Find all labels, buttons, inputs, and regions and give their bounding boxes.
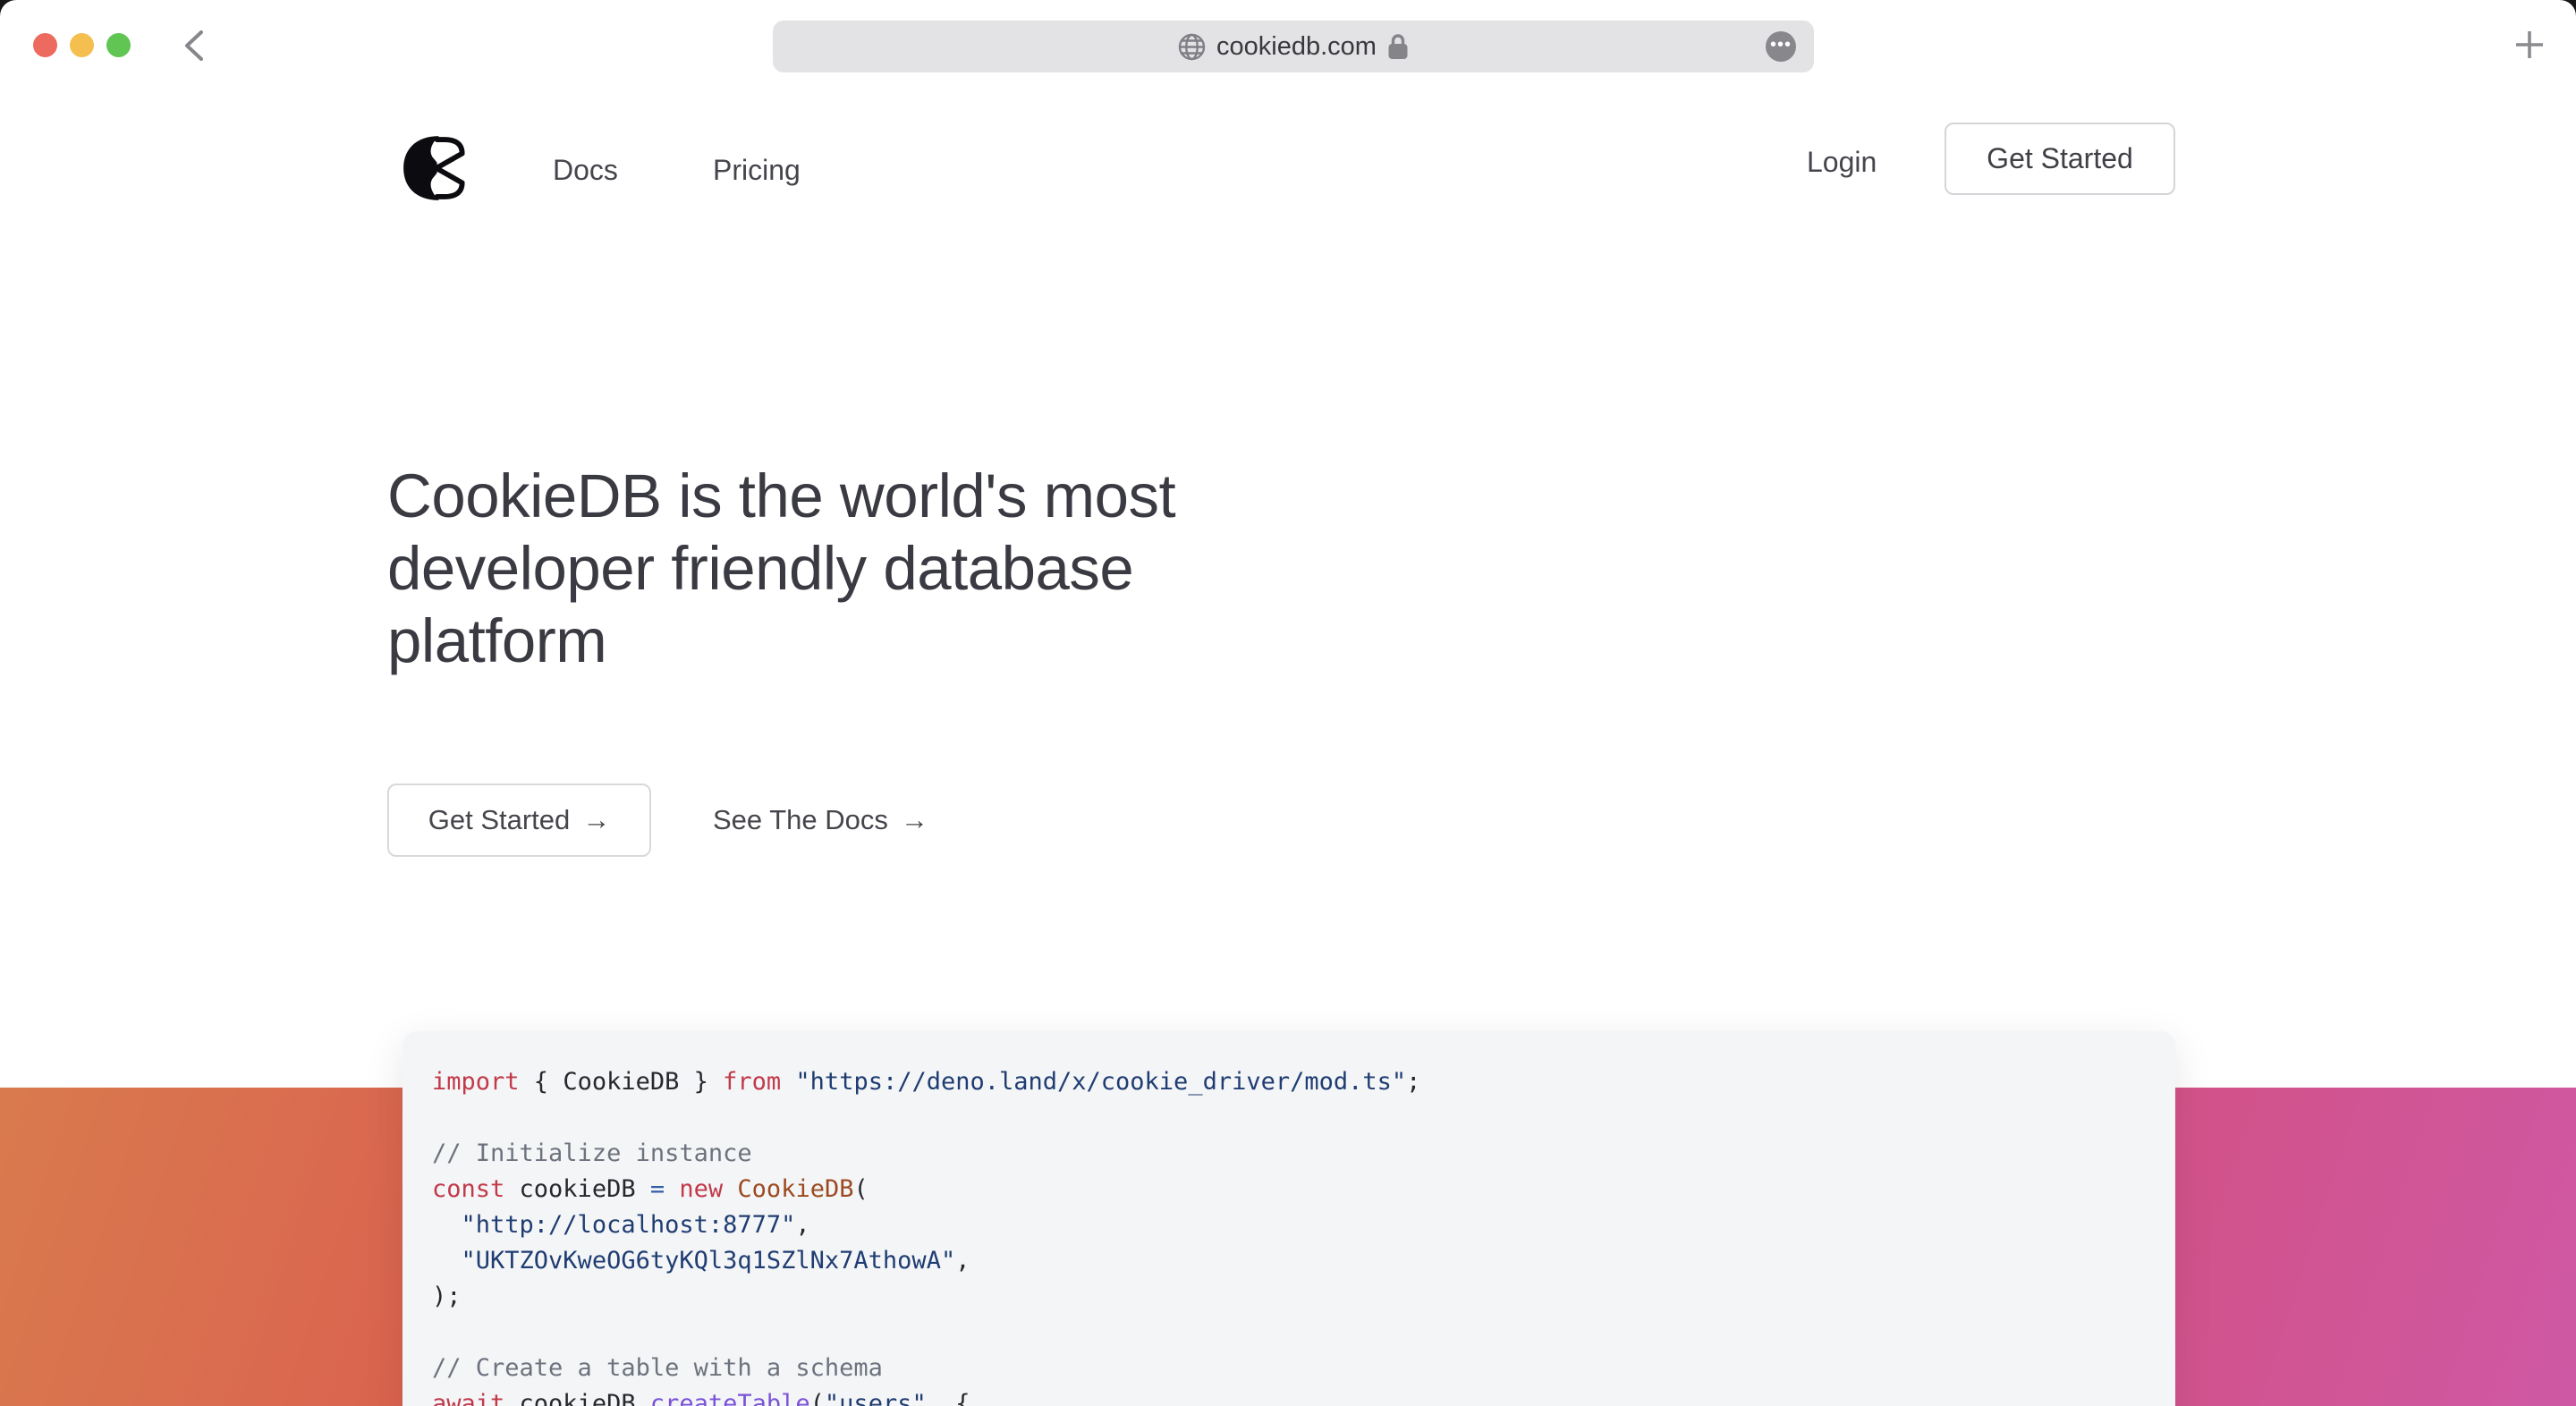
code-content: import { CookieDB } from "https://deno.l… — [432, 1064, 2140, 1406]
hero-title: CookieDB is the world's most developer f… — [387, 460, 1175, 677]
cookiedb-logo-icon — [401, 131, 470, 206]
header-get-started-label: Get Started — [1987, 142, 2133, 175]
code-line: import { CookieDB } from "https://deno.l… — [432, 1064, 2140, 1100]
new-tab-button[interactable] — [2510, 25, 2549, 64]
arrow-right-icon: → — [582, 804, 610, 836]
chevron-left-icon — [182, 29, 206, 63]
code-sample-block: import { CookieDB } from "https://deno.l… — [402, 1031, 2175, 1406]
header-get-started-button[interactable]: Get Started — [1945, 123, 2175, 195]
minimize-window-button[interactable] — [70, 33, 94, 57]
globe-icon — [1178, 33, 1206, 61]
code-line: "http://localhost:8777", — [432, 1207, 2140, 1243]
nav-item-docs[interactable]: Docs — [553, 154, 618, 187]
see-the-docs-label: See The Docs — [713, 804, 888, 836]
ellipsis-icon: ••• — [1770, 36, 1792, 54]
hero-title-line-2: developer friendly database — [387, 532, 1175, 605]
url-text: cookiedb.com — [1216, 32, 1377, 62]
zoom-window-button[interactable] — [106, 33, 131, 57]
hero-title-line-3: platform — [387, 605, 1175, 677]
arrow-right-icon: → — [901, 804, 928, 836]
close-window-button[interactable] — [33, 33, 57, 57]
code-line: // Create a table with a schema — [432, 1351, 2140, 1386]
hero-get-started-button[interactable]: Get Started → — [387, 783, 651, 857]
lock-icon — [1387, 33, 1409, 61]
code-line: // Initialize instance — [432, 1136, 2140, 1172]
address-bar[interactable]: cookiedb.com ••• — [773, 21, 1814, 72]
hero-get-started-label: Get Started — [428, 804, 571, 836]
see-the-docs-link[interactable]: See The Docs → — [713, 783, 928, 857]
code-line — [432, 1315, 2140, 1351]
code-line: "UKTZOvKweOG6tyKQl3q1SZlNx7AthowA", — [432, 1243, 2140, 1279]
code-line — [432, 1100, 2140, 1136]
hero-title-line-1: CookieDB is the world's most — [387, 460, 1175, 532]
plus-icon — [2513, 29, 2546, 61]
code-line: await cookieDB.createTable("users", { — [432, 1386, 2140, 1406]
back-button[interactable] — [178, 29, 210, 63]
cookiedb-logo[interactable] — [401, 131, 470, 206]
login-link[interactable]: Login — [1807, 146, 1877, 179]
code-line: const cookieDB = new CookieDB( — [432, 1172, 2140, 1207]
nav-item-pricing[interactable]: Pricing — [713, 154, 801, 187]
traffic-lights — [33, 33, 131, 57]
code-line: ); — [432, 1279, 2140, 1315]
browser-window: cookiedb.com ••• Docs Pricing Login Get … — [0, 0, 2576, 1406]
page-settings-button[interactable]: ••• — [1766, 31, 1796, 62]
